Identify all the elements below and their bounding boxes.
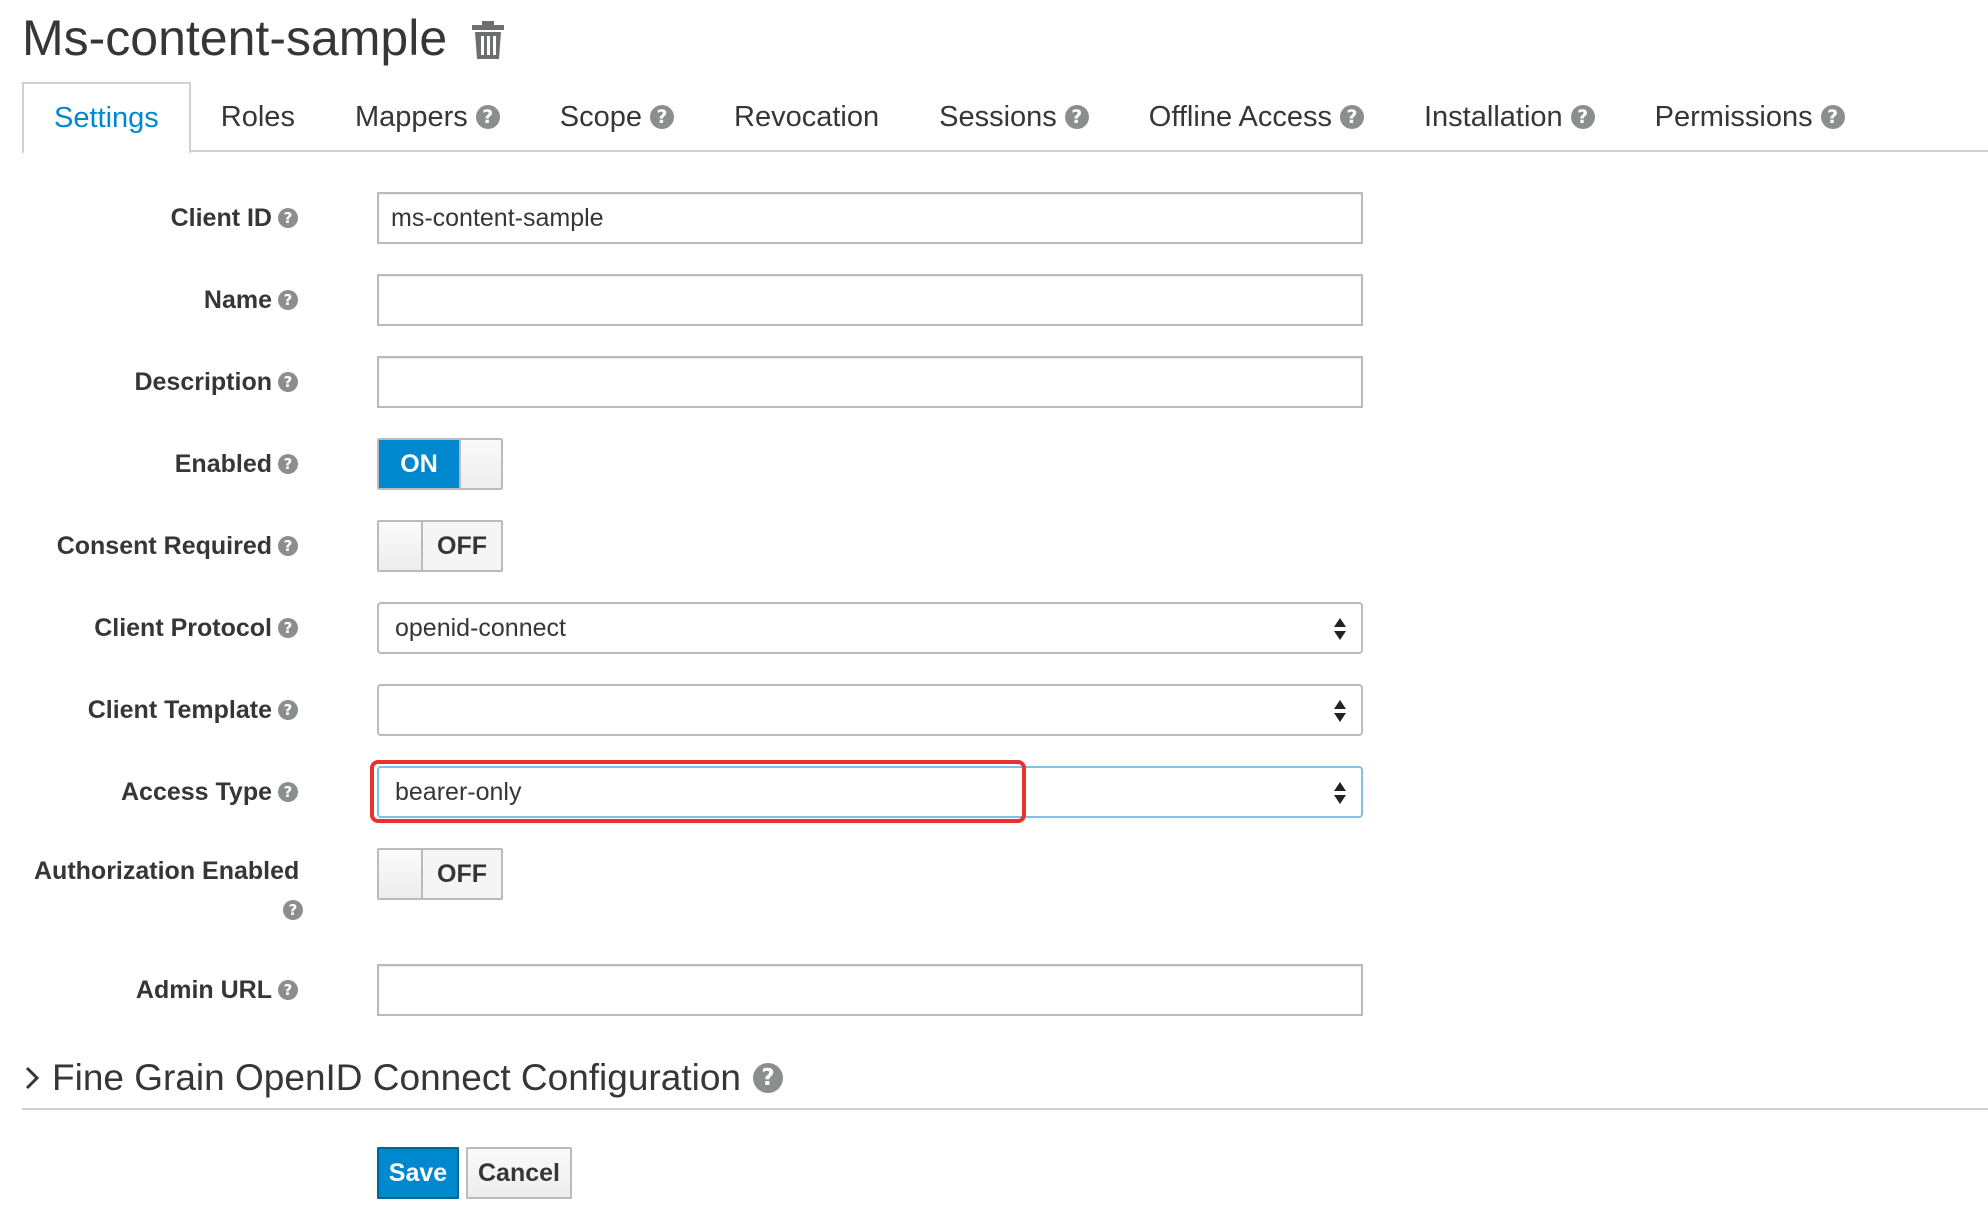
client-protocol-label: Client Protocol?	[94, 600, 298, 656]
help-icon[interactable]: ?	[752, 1063, 783, 1093]
name-input[interactable]	[377, 274, 1363, 326]
consent-required-toggle[interactable]: OFF	[377, 520, 503, 572]
select-arrows-icon	[1334, 700, 1346, 722]
consent-required-row: Consent Required? OFF	[0, 518, 1988, 574]
client-id-input[interactable]	[377, 192, 1363, 244]
help-icon[interactable]: ?	[278, 980, 298, 1000]
help-icon[interactable]: ?	[278, 536, 298, 556]
tab-offline-access[interactable]: Offline Access?	[1119, 82, 1394, 152]
client-id-label: Client ID?	[171, 190, 298, 246]
help-icon[interactable]: ?	[278, 208, 298, 228]
tab-revocation[interactable]: Revocation	[704, 82, 909, 152]
save-button[interactable]: Save	[377, 1147, 459, 1199]
help-icon[interactable]: ?	[278, 454, 298, 474]
authorization-enabled-toggle[interactable]: OFF	[377, 848, 503, 900]
help-icon[interactable]: ?	[278, 618, 298, 638]
help-icon[interactable]: ?	[278, 700, 298, 720]
admin-url-label: Admin URL?	[136, 962, 298, 1018]
fine-grain-title: Fine Grain OpenID Connect Configuration	[52, 1057, 741, 1098]
client-template-select[interactable]	[377, 684, 1363, 736]
help-icon[interactable]: ?	[278, 782, 298, 802]
client-template-label: Client Template?	[88, 682, 298, 738]
help-icon[interactable]: ?	[1340, 105, 1364, 129]
trash-icon[interactable]	[470, 20, 506, 60]
admin-url-input[interactable]	[377, 964, 1363, 1016]
authorization-enabled-row: OFF	[0, 846, 1988, 902]
description-label: Description?	[134, 354, 298, 410]
tab-roles[interactable]: Roles	[191, 82, 325, 152]
toggle-state-on: ON	[379, 440, 459, 488]
toggle-knob	[459, 440, 501, 488]
help-icon[interactable]: ?	[1064, 105, 1089, 129]
tab-settings[interactable]: Settings	[22, 82, 191, 154]
tab-bar: Settings Roles Mappers? Scope? Revocatio…	[22, 82, 1988, 154]
enabled-label: Enabled?	[175, 436, 298, 492]
page-title: Ms-content-sample	[22, 10, 448, 66]
fine-grain-section-header[interactable]: Fine Grain OpenID Connect Configuration …	[22, 1048, 1988, 1110]
help-icon[interactable]: ?	[278, 372, 298, 392]
help-icon[interactable]: ?	[278, 290, 298, 310]
client-id-row: Client ID?	[0, 190, 1988, 246]
tab-installation[interactable]: Installation?	[1394, 82, 1625, 152]
name-label: Name?	[204, 272, 298, 328]
help-icon[interactable]: ?	[283, 900, 303, 920]
name-row: Name?	[0, 272, 1988, 328]
client-template-row: Client Template?	[0, 682, 1988, 738]
help-icon[interactable]: ?	[1820, 105, 1845, 129]
chevron-right-icon	[25, 1066, 40, 1090]
select-arrows-icon	[1334, 618, 1346, 640]
admin-url-row: Admin URL?	[0, 962, 1988, 1018]
select-arrows-icon	[1334, 782, 1346, 804]
toggle-state-off: OFF	[423, 850, 501, 898]
description-input[interactable]	[377, 356, 1363, 408]
client-protocol-select[interactable]: openid-connect	[377, 602, 1363, 654]
client-protocol-row: Client Protocol? openid-connect	[0, 600, 1988, 656]
cancel-button[interactable]: Cancel	[466, 1147, 572, 1199]
enabled-row: Enabled? ON	[0, 436, 1988, 492]
help-icon[interactable]: ?	[475, 105, 500, 129]
tab-sessions[interactable]: Sessions?	[909, 82, 1119, 152]
consent-required-label: Consent Required?	[57, 518, 298, 574]
help-icon[interactable]: ?	[1570, 105, 1595, 129]
toggle-knob	[379, 522, 423, 570]
toggle-knob	[379, 850, 423, 898]
description-row: Description?	[0, 354, 1988, 410]
tab-scope[interactable]: Scope?	[530, 82, 704, 152]
access-type-label: Access Type?	[121, 764, 298, 820]
enabled-toggle[interactable]: ON	[377, 438, 503, 490]
toggle-state-off: OFF	[423, 522, 501, 570]
select-value: openid-connect	[395, 613, 566, 642]
tab-mappers[interactable]: Mappers?	[325, 82, 530, 152]
help-icon[interactable]: ?	[650, 105, 675, 129]
annotation-highlight-box	[370, 760, 1026, 823]
tab-permissions[interactable]: Permissions?	[1625, 82, 1875, 152]
